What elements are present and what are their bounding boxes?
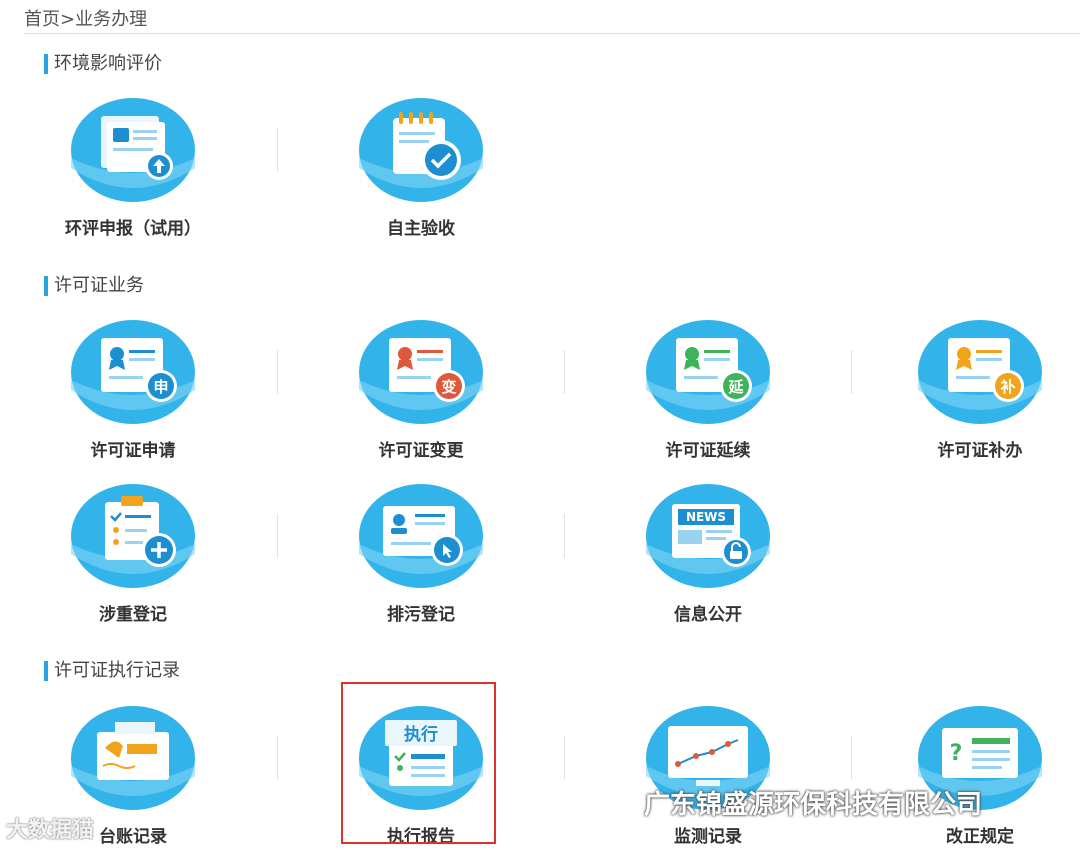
section-title-permit: 许可证业务 <box>44 276 144 296</box>
tile-label: 自主验收 <box>387 219 455 239</box>
section-title-records: 许可证执行记录 <box>44 661 180 681</box>
tile-monitor-record[interactable]: 监测记录 <box>608 706 808 850</box>
tile-label: 排污登记 <box>387 605 455 625</box>
badge-apply: 申 <box>153 378 168 396</box>
tile-permit-supplement[interactable]: 补 许可证补办 <box>880 320 1080 480</box>
tile-label: 许可证申请 <box>90 441 176 461</box>
ledger-icon <box>71 706 195 810</box>
section-title-eia: 环境影响评价 <box>44 54 162 74</box>
permit-supplement-icon: 补 <box>918 320 1042 424</box>
tile-label: 许可证变更 <box>378 441 464 461</box>
top-divider <box>24 33 1080 34</box>
tile-permit-apply[interactable]: 申 许可证申请 <box>33 320 233 480</box>
divider <box>277 128 278 172</box>
divider <box>564 514 565 558</box>
tile-label: 信息公开 <box>674 605 742 625</box>
divider <box>564 350 565 394</box>
clipboard-add-icon <box>71 484 195 588</box>
badge-exec: 执行 <box>404 724 438 745</box>
tile-label: 改正规定 <box>946 827 1014 847</box>
divider <box>277 736 278 780</box>
badge-news: NEWS <box>686 510 726 524</box>
tile-info-disclosure[interactable]: NEWS 信息公开 <box>608 484 808 644</box>
tile-rectify-rule[interactable]: ? 改正规定 <box>880 706 1080 850</box>
svg-text:?: ? <box>950 741 963 766</box>
permit-extend-icon: 延 <box>646 320 770 424</box>
tile-permit-change[interactable]: 变 许可证变更 <box>321 320 521 480</box>
checklist-icon <box>359 98 483 202</box>
tile-permit-extend[interactable]: 延 许可证延续 <box>608 320 808 480</box>
badge-change: 变 <box>441 378 456 396</box>
watermark-right: 广东锦盛源环保科技有限公司 <box>644 790 983 820</box>
tile-label: 执行报告 <box>387 827 455 847</box>
tile-label: 许可证补办 <box>937 441 1023 461</box>
permit-apply-icon: 申 <box>71 320 195 424</box>
divider <box>851 350 852 394</box>
watermark-left: 大数据猫 <box>6 818 95 843</box>
id-card-click-icon <box>359 484 483 588</box>
tile-label: 涉重登记 <box>99 605 167 625</box>
tile-exec-report[interactable]: 执行 执行报告 <box>321 706 521 850</box>
badge-extend: 延 <box>727 378 744 396</box>
news-unlock-icon: NEWS <box>646 484 770 588</box>
tile-label: 许可证延续 <box>665 441 751 461</box>
tile-label: 监测记录 <box>674 827 742 847</box>
tile-heavy-register[interactable]: 涉重登记 <box>33 484 233 644</box>
divider <box>851 736 852 780</box>
tile-pollution-register[interactable]: 排污登记 <box>321 484 521 644</box>
divider <box>277 514 278 558</box>
tile-label: 环评申报（试用） <box>65 219 201 239</box>
tile-self-acceptance[interactable]: 自主验收 <box>321 98 521 258</box>
tile-eia-report[interactable]: 环评申报（试用） <box>33 98 233 258</box>
permit-change-icon: 变 <box>359 320 483 424</box>
divider <box>277 350 278 394</box>
badge-supplement: 补 <box>999 378 1015 396</box>
breadcrumb[interactable]: 首页>业务办理 <box>24 5 147 31</box>
eia-report-icon <box>71 98 195 202</box>
divider <box>564 736 565 780</box>
exec-report-icon: 执行 <box>359 706 483 810</box>
